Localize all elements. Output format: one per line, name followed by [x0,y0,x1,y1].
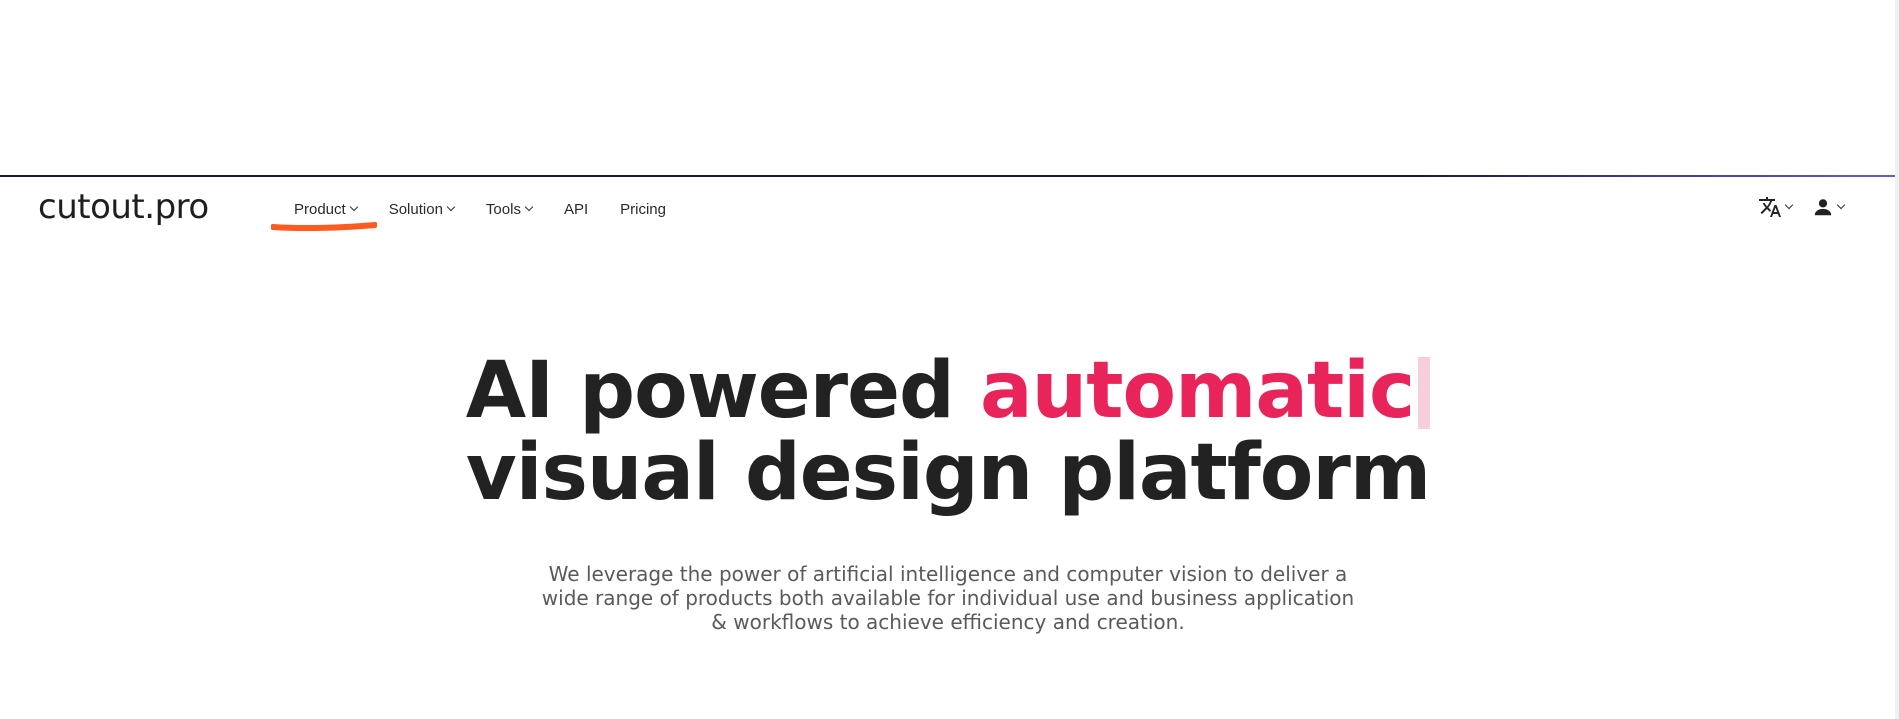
hero-title-accent: automatic [980,346,1415,436]
nav-item-label: API [563,200,589,218]
chevron-down-icon [524,202,534,212]
account-menu[interactable] [1812,196,1846,218]
nav-item-label: Product [294,200,346,218]
page: cutout.pro Product Solution Tools API Pr… [0,0,1899,719]
user-icon [1814,199,1832,216]
chevron-down-icon [1836,200,1846,210]
navbar: cutout.pro Product Solution Tools API Pr… [0,177,1896,241]
nav-item-solution[interactable]: Solution [388,200,456,218]
logo[interactable]: cutout.pro [38,187,209,227]
nav-item-product[interactable]: Product [294,200,358,218]
nav-item-tools[interactable]: Tools [485,200,534,218]
nav-item-api[interactable]: API [564,201,588,218]
chevron-down-icon [1784,200,1794,210]
language-selector[interactable] [1758,195,1794,219]
nav-menu: Product Solution Tools API Pricing [294,199,698,219]
hero-title: AI powered automatic visual design platf… [0,350,1896,514]
nav-item-label: Solution [388,200,443,218]
top-blank-area [0,0,1899,175]
hero-title-part1: AI powered [465,346,981,436]
nav-right-actions [1738,195,1846,219]
highlight-underline-mark [271,222,377,232]
nav-item-pricing[interactable]: Pricing [620,201,666,218]
chevron-down-icon [446,202,456,212]
typing-cursor [1418,357,1431,429]
chevron-down-icon [349,202,358,212]
hero-title-line2: visual design platform [465,428,1431,518]
hero-section: AI powered automatic visual design platf… [0,350,1896,634]
nav-item-label: Tools [485,200,521,218]
nav-item-label: Pricing [620,200,666,218]
translate-icon [1759,197,1781,217]
hero-subtitle: We leverage the power of artificial inte… [541,562,1355,634]
